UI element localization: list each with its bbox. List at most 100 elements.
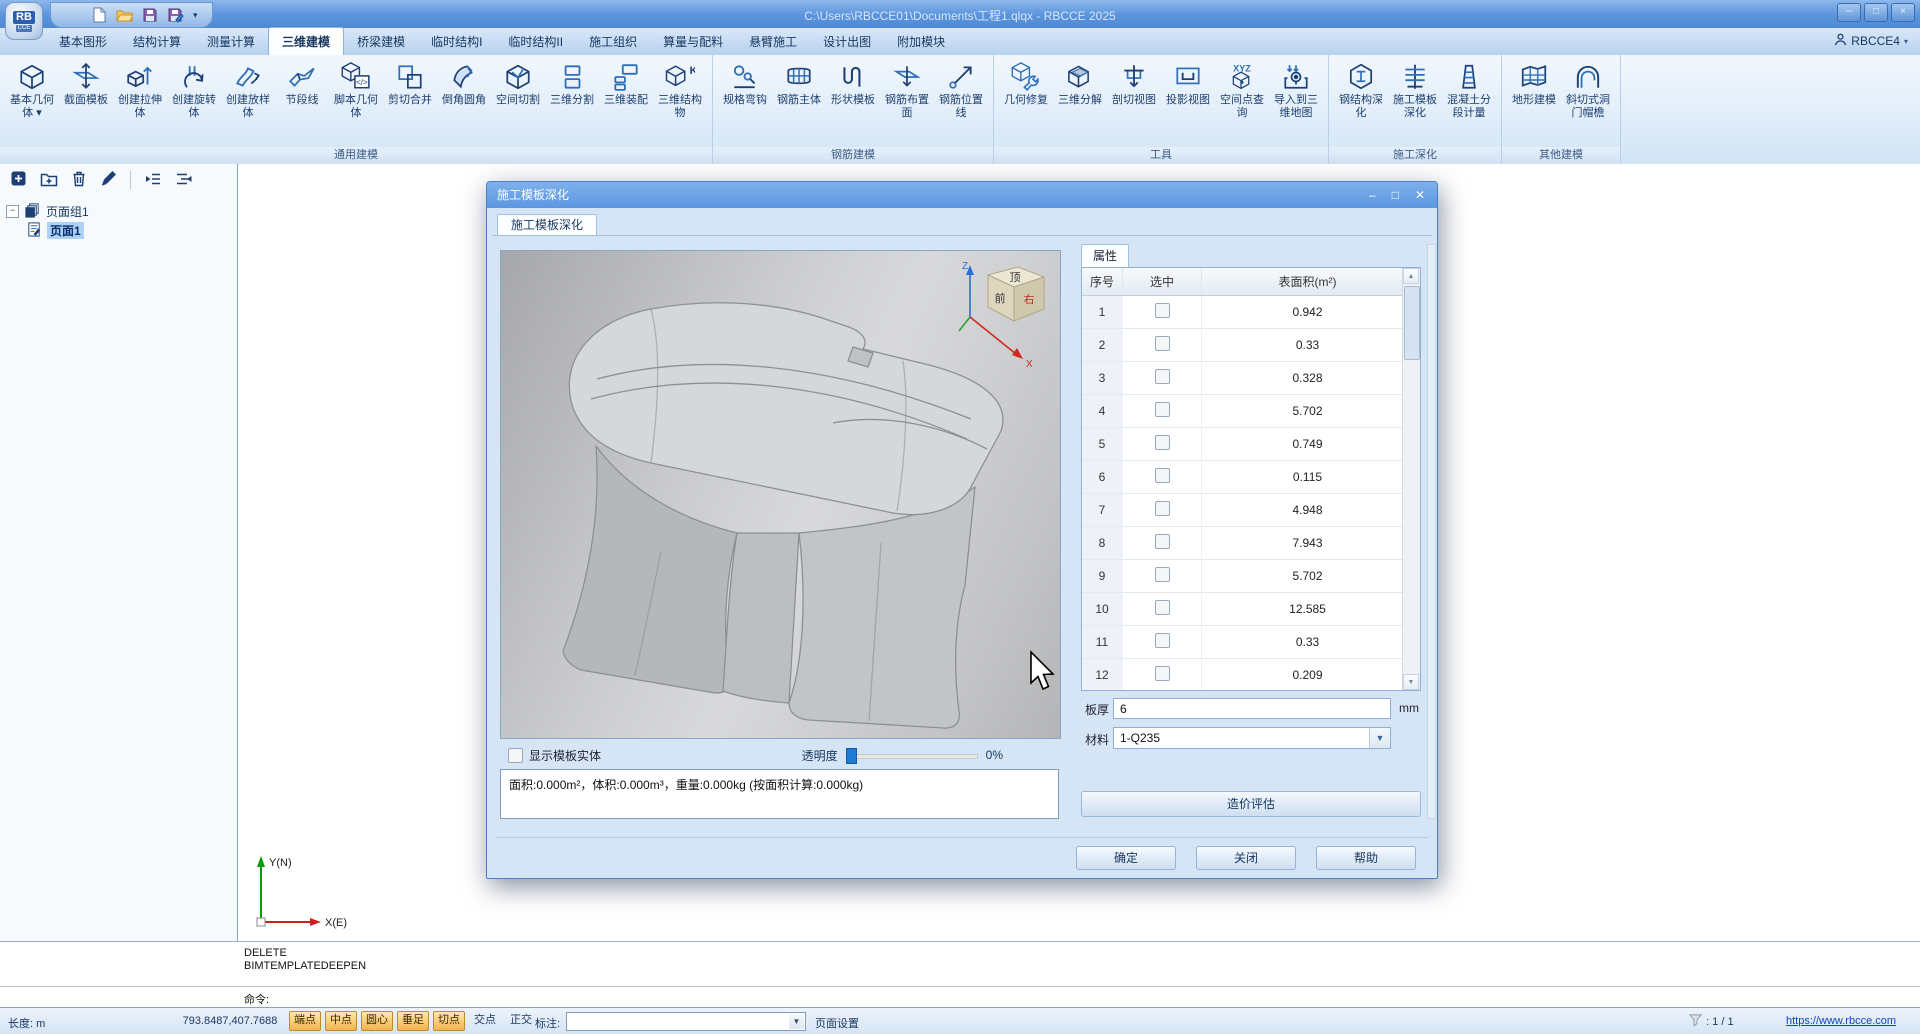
chevron-down-icon[interactable]: ▼ <box>1369 728 1390 748</box>
table-row[interactable]: 20.33 <box>1082 329 1414 362</box>
table-scrollbar[interactable]: ▲ ▼ <box>1402 268 1420 690</box>
dialog-close-button[interactable]: ✕ <box>1415 182 1425 208</box>
save-as-icon[interactable] <box>167 7 184 23</box>
command-prompt[interactable]: 命令: <box>244 991 269 1007</box>
ok-button[interactable]: 确定 <box>1076 846 1176 870</box>
ribbon-button[interactable]: 创建拉伸体 <box>114 60 166 120</box>
row-checkbox[interactable] <box>1155 303 1170 318</box>
ribbon-button[interactable]: 投影视图 <box>1162 60 1214 107</box>
row-checkbox[interactable] <box>1155 369 1170 384</box>
save-icon[interactable] <box>142 7 158 23</box>
transparency-slider[interactable] <box>846 748 978 762</box>
ribbon-button[interactable]: 三维装配 <box>600 60 652 107</box>
ribbon-tab[interactable]: 临时结构I <box>418 28 495 55</box>
ribbon-button[interactable]: 创建旋转体 <box>168 60 220 120</box>
ribbon-button[interactable]: 截面模板 <box>60 60 112 107</box>
column-header-index[interactable]: 序号 <box>1082 268 1123 296</box>
dialog-title-bar[interactable]: 施工模板深化 – □ ✕ <box>487 182 1437 208</box>
ribbon-button[interactable]: 空间切割 <box>492 60 544 107</box>
surface-table[interactable]: 序号 选中 表面积(m²) 10.94220.3330.32845.70250.… <box>1081 267 1421 691</box>
close-button[interactable]: × <box>1891 3 1915 22</box>
material-combo[interactable]: 1-Q235 ▼ <box>1113 727 1391 749</box>
ribbon-button[interactable]: 形状模板 <box>827 60 879 107</box>
help-button[interactable]: 帮助 <box>1316 846 1416 870</box>
column-header-selected[interactable]: 选中 <box>1123 268 1202 296</box>
dialog-close-footer-button[interactable]: 关闭 <box>1196 846 1296 870</box>
ribbon-button[interactable]: 节段线 <box>276 60 328 107</box>
ribbon-button[interactable]: 钢结构深化 <box>1335 60 1387 120</box>
show-entity-checkbox[interactable] <box>508 748 523 763</box>
ribbon-button[interactable]: 钢筋布置面 <box>881 60 933 120</box>
navigation-cube[interactable]: 顶 前 右 Z X <box>954 255 1054 367</box>
ribbon-button[interactable]: 剪切合并 <box>384 60 436 107</box>
row-checkbox[interactable] <box>1155 534 1170 549</box>
ribbon-tab[interactable]: 结构计算 <box>120 28 194 55</box>
row-checkbox[interactable] <box>1155 402 1170 417</box>
ribbon-tab[interactable]: 施工组织 <box>576 28 650 55</box>
ribbon-button[interactable]: 钢筋位置线 <box>935 60 987 120</box>
ribbon-button[interactable]: 创建放样体 <box>222 60 274 120</box>
table-row[interactable]: 30.328 <box>1082 362 1414 395</box>
snap-toggle[interactable]: 垂足 <box>397 1011 429 1031</box>
row-checkbox[interactable] <box>1155 336 1170 351</box>
snap-toggle[interactable]: 正交 <box>505 1011 537 1031</box>
page-setup-button[interactable]: 页面设置 <box>815 1015 859 1031</box>
open-file-icon[interactable] <box>116 7 133 23</box>
snap-toggle[interactable]: 交点 <box>469 1011 501 1031</box>
ribbon-tab[interactable]: 附加模块 <box>884 28 958 55</box>
ribbon-button[interactable]: </>脚本几何体 <box>330 60 382 120</box>
row-checkbox[interactable] <box>1155 633 1170 648</box>
tree-node-page[interactable]: 页面1 <box>6 221 231 240</box>
scroll-up-icon[interactable]: ▲ <box>1403 268 1419 284</box>
app-logo[interactable]: RB CCE <box>5 2 43 40</box>
ribbon-tab[interactable]: 悬臂施工 <box>736 28 810 55</box>
row-checkbox[interactable] <box>1155 435 1170 450</box>
row-checkbox[interactable] <box>1155 600 1170 615</box>
chevron-down-icon[interactable]: ▼ <box>789 1014 804 1029</box>
ribbon-tab[interactable]: 算量与配料 <box>650 28 736 55</box>
rename-page-icon[interactable] <box>100 170 117 190</box>
snap-toggle[interactable]: 切点 <box>433 1011 465 1031</box>
ribbon-button[interactable]: 地形建模 <box>1508 60 1560 107</box>
ribbon-button[interactable]: K三维结构物 <box>654 60 706 120</box>
row-checkbox[interactable] <box>1155 501 1170 516</box>
new-document-icon[interactable] <box>91 7 107 23</box>
ribbon-button[interactable]: 三维分解 <box>1054 60 1106 107</box>
ribbon-button[interactable]: XYZ空间点查询 <box>1216 60 1268 120</box>
table-row[interactable]: 95.702 <box>1082 560 1414 593</box>
ribbon-button[interactable]: 基本几何体 ▾ <box>6 60 58 120</box>
ribbon-button[interactable]: 规格弯钩 <box>719 60 771 107</box>
table-row[interactable]: 110.33 <box>1082 626 1414 659</box>
ribbon-button[interactable]: 施工模板深化 <box>1389 60 1441 120</box>
ribbon-tab[interactable]: 三维建模 <box>268 27 344 55</box>
table-row[interactable]: 60.115 <box>1082 461 1414 494</box>
row-checkbox[interactable] <box>1155 567 1170 582</box>
ribbon-button[interactable]: 混凝土分段计量 <box>1443 60 1495 120</box>
snap-toggle[interactable]: 端点 <box>289 1011 321 1031</box>
ribbon-tab[interactable]: 桥梁建模 <box>344 28 418 55</box>
ribbon-tab[interactable]: 测量计算 <box>194 28 268 55</box>
delete-page-icon[interactable] <box>71 170 87 190</box>
ribbon-tab[interactable]: 设计出图 <box>810 28 884 55</box>
ribbon-button[interactable]: 剖切视图 <box>1108 60 1160 107</box>
table-row[interactable]: 120.209 <box>1082 659 1414 692</box>
add-page-group-icon[interactable] <box>40 170 58 190</box>
cost-evaluate-button[interactable]: 造价评估 <box>1081 791 1421 817</box>
ribbon-button[interactable]: 斜切式洞门帽檐 <box>1562 60 1614 120</box>
model-viewport[interactable]: 顶 前 右 Z X <box>500 250 1061 739</box>
collapse-tree-icon[interactable] <box>175 171 193 190</box>
slider-handle[interactable] <box>846 748 857 764</box>
annotation-style-combo[interactable]: ▼ <box>566 1012 806 1031</box>
ribbon-tab[interactable]: 基本图形 <box>46 28 120 55</box>
dialog-maximize-button[interactable]: □ <box>1392 182 1399 208</box>
thickness-input[interactable] <box>1113 698 1391 719</box>
scroll-down-icon[interactable]: ▼ <box>1403 674 1419 690</box>
vendor-link[interactable]: https://www.rbcce.com <box>1786 1015 1896 1027</box>
table-row[interactable]: 74.948 <box>1082 494 1414 527</box>
dialog-tab[interactable]: 施工模板深化 <box>497 214 597 236</box>
expand-tree-icon[interactable] <box>144 171 162 190</box>
column-header-area[interactable]: 表面积(m²) <box>1202 268 1414 296</box>
ribbon-button[interactable]: 钢筋主体 <box>773 60 825 107</box>
ribbon-button[interactable]: 几何修复 <box>1000 60 1052 107</box>
ribbon-button[interactable]: 三维分割 <box>546 60 598 107</box>
